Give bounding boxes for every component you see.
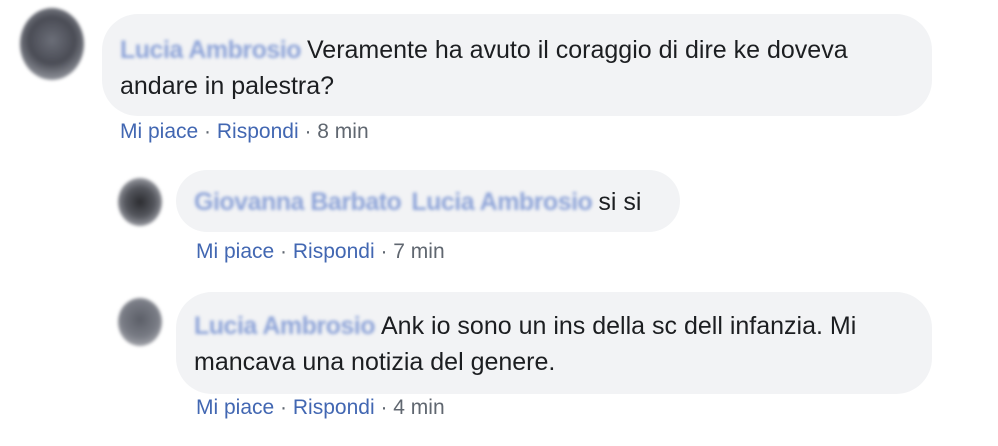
reply-bubble: Giovanna Barbato Lucia Ambrosio si si <box>176 170 680 232</box>
comment-author-name[interactable]: Giovanna Barbato <box>194 188 402 216</box>
separator: · <box>280 396 288 419</box>
reply-link[interactable]: Rispondi <box>293 240 375 263</box>
comment-text: si si <box>598 188 642 216</box>
reply-bubble: Lucia Ambrosio Ank io sono un ins della s… <box>176 292 932 394</box>
like-link[interactable]: Mi piace <box>196 240 274 263</box>
comment-actions: Mi piace · Rispondi · 4 min <box>196 394 445 422</box>
comment-actions: Mi piace · Rispondi · 8 min <box>120 118 369 146</box>
separator: · <box>304 120 312 143</box>
mention-tag[interactable]: Lucia Ambrosio <box>411 188 593 216</box>
comment-author-name[interactable]: Lucia Ambrosio <box>194 312 376 340</box>
separator: · <box>204 120 212 143</box>
separator: · <box>280 240 288 263</box>
reply-link[interactable]: Rispondi <box>217 120 299 143</box>
avatar[interactable] <box>118 298 162 346</box>
comment-actions: Mi piace · Rispondi · 7 min <box>196 238 445 266</box>
like-link[interactable]: Mi piace <box>120 120 198 143</box>
comment-timestamp[interactable]: 4 min <box>393 396 444 419</box>
like-link[interactable]: Mi piace <box>196 396 274 419</box>
comment-author-name[interactable]: Lucia Ambrosio <box>120 36 302 64</box>
comment-timestamp[interactable]: 7 min <box>393 240 444 263</box>
comment-timestamp[interactable]: 8 min <box>317 120 368 143</box>
separator: · <box>380 240 388 263</box>
separator: · <box>380 396 388 419</box>
avatar[interactable] <box>118 178 162 226</box>
comment-bubble: Lucia Ambrosio Veramente ha avuto il cora… <box>102 14 932 116</box>
avatar[interactable] <box>20 8 84 80</box>
reply-link[interactable]: Rispondi <box>293 396 375 419</box>
